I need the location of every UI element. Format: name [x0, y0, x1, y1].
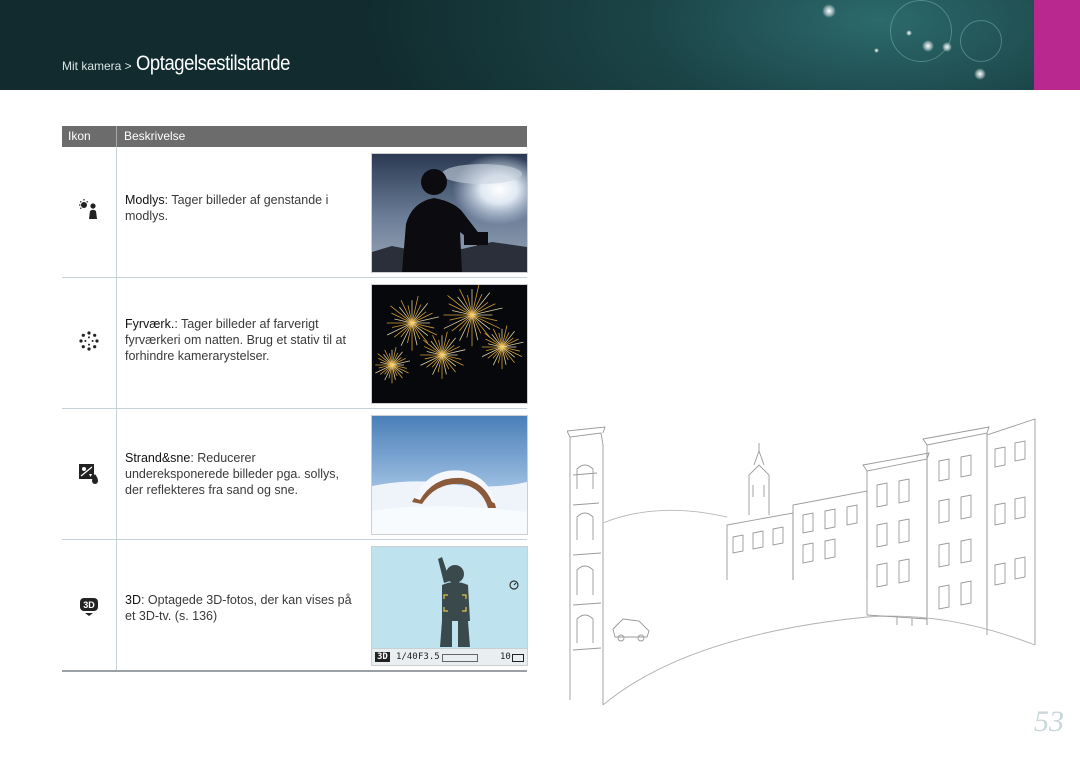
- page-number: 53: [1034, 705, 1064, 738]
- snow-sample-photo: [371, 415, 528, 535]
- mode-name: Fyrværk.: [125, 317, 175, 331]
- lcd-shots: 10: [500, 652, 511, 662]
- battery-icon: [512, 654, 524, 662]
- table-row: Fyrværk.: Tager billeder af farverigt fy…: [62, 278, 528, 409]
- scene-mode-table: Ikon Beskrivelse Modlys: Tager billeder …: [62, 126, 528, 672]
- svg-text:3D: 3D: [83, 600, 95, 610]
- town-sketch-illustration: [567, 418, 1036, 705]
- row-description: Fyrværk.: Tager billeder af farverigt fy…: [125, 317, 346, 363]
- beach-snow-icon: [79, 464, 98, 484]
- bokeh-circle: [960, 20, 1002, 62]
- section-tab: [1034, 0, 1080, 90]
- breadcrumb-parent: Mit kamera >: [62, 59, 132, 73]
- fireworks-icon: [79, 331, 99, 351]
- row-description: Strand&sne: Reducerer undereksponerede b…: [125, 451, 340, 497]
- row-description: 3D: Optagede 3D-fotos, der kan vises på …: [125, 593, 352, 623]
- mode-name: Strand&sne: [125, 451, 191, 465]
- lcd-shutter: 1/40: [396, 652, 418, 662]
- table-header: Ikon Beskrivelse: [62, 126, 527, 147]
- table-row: Strand&sne: Reducerer undereksponerede b…: [62, 409, 528, 540]
- lcd-aperture: F3.5: [418, 652, 440, 662]
- 3d-icon: 3D: [80, 598, 98, 616]
- backlight-sample-photo: [371, 153, 528, 273]
- page-header: Mit kamera > Optagelsestilstande: [0, 0, 1080, 90]
- column-header-icon: Ikon: [68, 129, 91, 143]
- sparkle-icon: [822, 4, 836, 18]
- fireworks-sample-photo: [371, 284, 528, 404]
- sparkle-icon: [874, 48, 879, 53]
- lcd-exposure-scale: [442, 654, 478, 662]
- mode-name: 3D: [125, 593, 141, 607]
- page-title: Optagelsestilstande: [136, 52, 291, 75]
- mode-name: Modlys: [125, 193, 165, 207]
- table-row: Modlys: Tager billeder af genstande i mo…: [62, 147, 528, 278]
- lcd-preview: 3D 1/40 F3.5 10: [371, 546, 528, 666]
- column-divider: [116, 126, 117, 147]
- lcd-status-bar: 3D 1/40 F3.5 10: [372, 648, 527, 665]
- breadcrumb: Mit kamera > Optagelsestilstande: [62, 52, 311, 76]
- backlight-icon: [79, 199, 97, 219]
- row-description: Modlys: Tager billeder af genstande i mo…: [125, 193, 329, 223]
- lcd-mode: 3D: [375, 652, 390, 662]
- bokeh-circle: [890, 0, 952, 62]
- table-row: 3D 3D: Optagede 3D-fotos, der kan vises …: [62, 540, 528, 672]
- sparkle-icon: [974, 68, 986, 80]
- column-header-description: Beskrivelse: [124, 129, 186, 143]
